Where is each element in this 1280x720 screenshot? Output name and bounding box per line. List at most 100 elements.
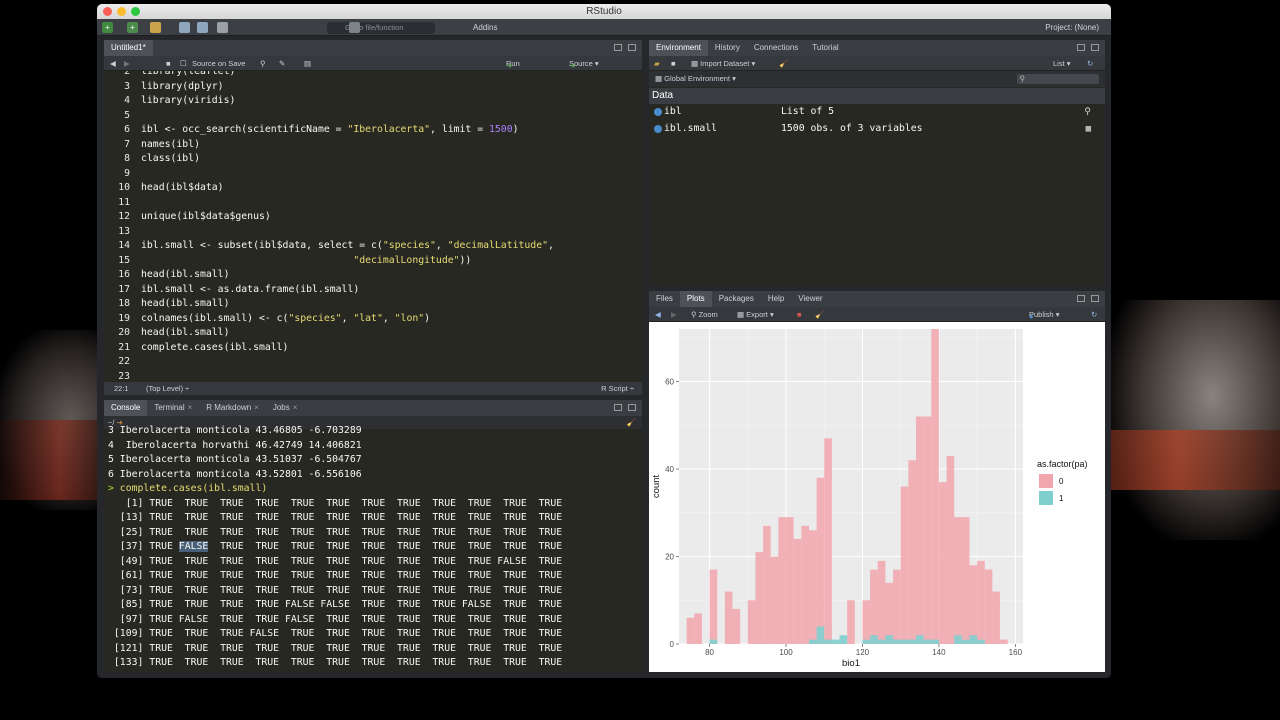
- scope-dropdown[interactable]: ▦ Global Environment ▾: [655, 71, 736, 87]
- zoom-button[interactable]: ⚲ Zoom: [691, 309, 718, 320]
- refresh-plot-icon[interactable]: ↻: [1091, 309, 1097, 320]
- refresh-env-icon[interactable]: ↻: [1087, 58, 1093, 69]
- tab-history[interactable]: History: [708, 40, 747, 56]
- env-row-ibl[interactable]: ibl List of 5 ⚲: [649, 104, 1105, 120]
- prev-plot-icon[interactable]: ◀: [655, 309, 661, 320]
- source-on-save-checkbox[interactable]: ☐: [180, 58, 187, 69]
- run-button[interactable]: ➜ Run: [506, 58, 520, 70]
- goto-file-input[interactable]: Go to file/function: [327, 22, 435, 34]
- clear-plots-icon[interactable]: 🧹: [815, 309, 824, 320]
- publish-button[interactable]: ● Publish ▾: [1029, 309, 1059, 321]
- selected-text[interactable]: FALSE: [178, 541, 209, 552]
- tab-connections[interactable]: Connections: [747, 40, 805, 56]
- new-file-icon[interactable]: +: [102, 22, 113, 33]
- source-button[interactable]: ➜ Source ▾: [569, 58, 599, 70]
- clear-console-icon[interactable]: 🧹: [627, 416, 636, 429]
- code-line[interactable]: 8 class(ibl): [104, 152, 642, 167]
- code-line[interactable]: 17 ibl.small <- as.data.frame(ibl.small): [104, 283, 642, 298]
- tab-packages[interactable]: Packages: [712, 291, 761, 307]
- next-plot-icon[interactable]: ▶: [671, 309, 677, 320]
- print-icon[interactable]: [217, 22, 228, 33]
- minimize-window-button[interactable]: [117, 7, 126, 16]
- code-line[interactable]: 21 complete.cases(ibl.small): [104, 341, 642, 356]
- tab-console[interactable]: Console: [104, 400, 148, 416]
- maximize-env-icon[interactable]: [1091, 44, 1099, 51]
- code-line[interactable]: 22: [104, 355, 642, 370]
- save-workspace-icon[interactable]: ■: [671, 58, 676, 69]
- view-table-icon[interactable]: ▦: [1086, 121, 1091, 137]
- save-icon[interactable]: [179, 22, 190, 33]
- clear-workspace-icon[interactable]: 🧹: [779, 58, 788, 69]
- tab-untitled1[interactable]: Untitled1*: [104, 40, 153, 56]
- code-line[interactable]: 13: [104, 225, 642, 240]
- view-search-icon[interactable]: ⚲: [1084, 104, 1091, 120]
- code-tools-icon[interactable]: ✎: [279, 58, 285, 69]
- line-number: 19: [118, 312, 130, 324]
- env-row-ibl.small[interactable]: ibl.small 1500 obs. of 3 variables ▦: [649, 121, 1105, 137]
- open-file-icon[interactable]: [150, 22, 161, 33]
- console-output[interactable]: 3 Iberolacerta monticola 43.46805 -6.703…: [104, 425, 642, 672]
- code-line[interactable]: 16 head(ibl.small): [104, 268, 642, 283]
- code-line[interactable]: 9: [104, 167, 642, 182]
- code-line[interactable]: 3 library(dplyr): [104, 80, 642, 95]
- forward-arrow-icon[interactable]: ▶: [124, 58, 130, 69]
- code-line[interactable]: 10 head(ibl$data): [104, 181, 642, 196]
- code-line[interactable]: 18 head(ibl.small): [104, 297, 642, 312]
- code-line[interactable]: 12 unique(ibl$data$genus): [104, 210, 642, 225]
- scope-selector[interactable]: (Top Level) ÷: [146, 382, 189, 395]
- code-line[interactable]: 2 library(leaflet): [104, 71, 642, 80]
- close-window-button[interactable]: [103, 7, 112, 16]
- maximize-console-icon[interactable]: [628, 404, 636, 411]
- tab-jobs[interactable]: Jobs ×: [266, 400, 305, 416]
- tab-viewer[interactable]: Viewer: [791, 291, 829, 307]
- minimize-env-icon[interactable]: [1077, 44, 1085, 51]
- load-workspace-icon[interactable]: ▰: [654, 58, 660, 69]
- tab-help[interactable]: Help: [761, 291, 791, 307]
- code-line[interactable]: 7 names(ibl): [104, 138, 642, 153]
- code-token: ,: [548, 240, 554, 251]
- export-button[interactable]: ▦ Export ▾: [737, 309, 774, 320]
- project-menu[interactable]: Project: (None): [1045, 22, 1099, 33]
- env-search-input[interactable]: [1017, 74, 1099, 84]
- expand-icon[interactable]: [654, 108, 662, 116]
- code-line[interactable]: 14 ibl.small <- subset(ibl$data, select =…: [104, 239, 642, 254]
- close-tab-icon[interactable]: ×: [254, 403, 259, 412]
- save-source-icon[interactable]: ■: [166, 58, 171, 69]
- new-project-icon[interactable]: +: [127, 22, 138, 33]
- x-tick-label: 120: [856, 648, 870, 657]
- remove-plot-icon[interactable]: ■: [797, 309, 802, 320]
- tab-plots[interactable]: Plots: [679, 291, 712, 307]
- tab-tutorial[interactable]: Tutorial: [805, 40, 845, 56]
- code-line[interactable]: 15 "decimalLongitude")): [104, 254, 642, 269]
- tab-terminal[interactable]: Terminal ×: [147, 400, 199, 416]
- addins-menu[interactable]: Addins: [473, 22, 497, 33]
- back-arrow-icon[interactable]: ◀: [110, 58, 116, 69]
- code-line[interactable]: 23: [104, 370, 642, 383]
- import-dataset-button[interactable]: ▦ Import Dataset ▾: [691, 58, 755, 69]
- expand-icon[interactable]: [654, 125, 662, 133]
- code-line[interactable]: 4 library(viridis): [104, 94, 642, 109]
- code-editor[interactable]: 2 library(leaflet) 3 library(dplyr) 4 library…: [104, 71, 642, 382]
- code-line[interactable]: 5: [104, 109, 642, 124]
- close-tab-icon[interactable]: ×: [188, 403, 193, 412]
- maximize-window-button[interactable]: [131, 7, 140, 16]
- minimize-console-icon[interactable]: [614, 404, 622, 411]
- compile-report-icon[interactable]: ▤: [304, 58, 311, 69]
- code-line[interactable]: 19 colnames(ibl.small) <- c("species", "l…: [104, 312, 642, 327]
- minimize-pane-icon[interactable]: [614, 44, 622, 51]
- code-line[interactable]: 20 head(ibl.small): [104, 326, 642, 341]
- close-tab-icon[interactable]: ×: [293, 403, 298, 412]
- minimize-plots-icon[interactable]: [1077, 295, 1085, 302]
- workspace-panes-icon[interactable]: [349, 22, 360, 33]
- save-all-icon[interactable]: [197, 22, 208, 33]
- tab-r-markdown[interactable]: R Markdown ×: [199, 400, 266, 416]
- tab-files[interactable]: Files: [649, 291, 680, 307]
- list-view-button[interactable]: List ▾: [1053, 58, 1071, 69]
- file-type-selector[interactable]: R Script ÷: [601, 382, 634, 395]
- code-line[interactable]: 6 ibl <- occ_search(scientificName = "Ibe…: [104, 123, 642, 138]
- maximize-plots-icon[interactable]: [1091, 295, 1099, 302]
- code-line[interactable]: 11: [104, 196, 642, 211]
- tab-environment[interactable]: Environment: [649, 40, 708, 56]
- maximize-pane-icon[interactable]: [628, 44, 636, 51]
- search-icon[interactable]: ⚲: [260, 58, 266, 69]
